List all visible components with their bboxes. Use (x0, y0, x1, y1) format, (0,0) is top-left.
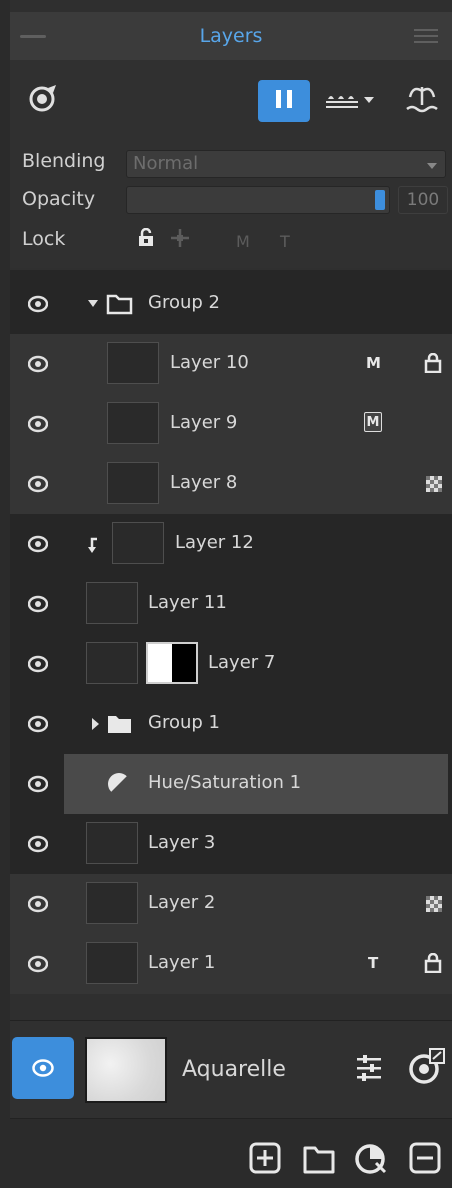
layer-thumbnail (86, 882, 138, 924)
opacity-slider-handle[interactable] (375, 190, 385, 210)
layers-panel: Layers Blending Normal Opacity 100 Lock … (10, 0, 452, 1188)
water-level-dropdown-icon[interactable] (324, 82, 380, 116)
add-adjustment-icon[interactable] (354, 1141, 388, 1175)
opacity-field[interactable]: 100 (398, 186, 448, 214)
disclosure-collapsed-icon[interactable] (92, 718, 100, 730)
panel-titlebar: Layers (10, 12, 452, 61)
delete-layer-icon[interactable] (408, 1141, 442, 1175)
lock-label: Lock (22, 228, 66, 250)
mask-badge-active: M (364, 412, 382, 432)
blending-value: Normal (133, 153, 199, 174)
fountain-icon[interactable] (402, 80, 442, 118)
adjustment-layer-icon (108, 773, 131, 796)
eye-icon[interactable] (28, 415, 48, 433)
lock-transparency-icon[interactable] (136, 227, 156, 252)
layer-name: Layer 10 (170, 352, 249, 373)
layer-row-layer-2[interactable]: Layer 2 (10, 874, 452, 934)
eye-icon[interactable] (28, 715, 48, 733)
layer-thumbnail (86, 942, 138, 984)
mask-badge: M (366, 354, 381, 372)
layers-toolbar (10, 60, 452, 138)
layer-row-layer-12[interactable]: Layer 12 (10, 514, 452, 574)
eye-icon[interactable] (28, 295, 48, 313)
layer-row-hue-saturation-1[interactable]: Hue/Saturation 1 (10, 754, 452, 814)
brush-visibility-button[interactable] (12, 1037, 74, 1099)
brush-name: Aquarelle (182, 1057, 286, 1082)
disclosure-expanded-icon[interactable] (88, 300, 98, 308)
layer-row-layer-1[interactable]: Layer 1 T (10, 934, 452, 994)
eye-icon[interactable] (28, 595, 48, 613)
layer-name: Layer 3 (148, 832, 216, 853)
paint-layer-settings-icon[interactable] (406, 1047, 446, 1087)
brush-texture-preview[interactable] (85, 1037, 167, 1103)
opacity-label: Opacity (22, 188, 96, 210)
layers-list: Group 2 Layer 10 M Layer 9 M Layer 8 Lay… (10, 270, 452, 994)
add-group-icon[interactable] (302, 1141, 336, 1175)
blending-select[interactable]: Normal (126, 150, 446, 178)
layer-row-group-2[interactable]: Group 2 (10, 274, 452, 334)
eye-icon[interactable] (28, 475, 48, 493)
layer-thumbnail (107, 342, 159, 384)
clipping-arrow-icon (88, 537, 97, 553)
brush-bar: Aquarelle (10, 1020, 452, 1119)
panel-title: Layers (199, 25, 263, 47)
layer-name: Group 2 (148, 292, 220, 313)
eye-icon[interactable] (28, 955, 48, 973)
layer-row-layer-11[interactable]: Layer 11 (10, 574, 452, 634)
blending-label: Blending (22, 150, 106, 172)
lock-icon[interactable] (424, 953, 442, 973)
lock-mask-option[interactable]: M (236, 232, 250, 251)
layer-name: Layer 8 (170, 472, 238, 493)
layer-thumbnail (86, 642, 138, 684)
eye-icon[interactable] (28, 775, 48, 793)
layer-name: Layer 11 (148, 592, 227, 613)
pause-icon (273, 90, 295, 112)
layer-thumbnail (86, 822, 138, 864)
layer-mask-thumbnail[interactable] (146, 642, 198, 684)
layer-visibility-mode-icon[interactable] (24, 82, 60, 116)
layer-properties: Blending Normal Opacity 100 Lock M T (10, 138, 452, 268)
lock-icon[interactable] (424, 353, 442, 373)
layer-row-layer-3[interactable]: Layer 3 (10, 814, 452, 874)
layer-name: Layer 2 (148, 892, 216, 913)
hamburger-menu-icon[interactable] (414, 29, 438, 44)
alpha-lock-icon[interactable] (426, 476, 442, 492)
lock-text-option[interactable]: T (280, 232, 290, 251)
layer-name: Layer 9 (170, 412, 238, 433)
layer-row-layer-7[interactable]: Layer 7 (10, 634, 452, 694)
text-layer-badge: T (368, 954, 379, 972)
eye-icon[interactable] (28, 895, 48, 913)
layer-thumbnail (112, 522, 164, 564)
layer-row-layer-9[interactable]: Layer 9 M (10, 394, 452, 454)
alpha-lock-icon[interactable] (426, 896, 442, 912)
add-layer-icon[interactable] (248, 1141, 282, 1175)
eye-icon[interactable] (28, 835, 48, 853)
layers-footer (10, 1118, 452, 1188)
folder-open-icon (106, 294, 133, 315)
pause-button[interactable] (258, 80, 310, 122)
layer-thumbnail (107, 462, 159, 504)
layer-name: Layer 12 (175, 532, 254, 553)
eye-icon[interactable] (28, 655, 48, 673)
layer-name: Group 1 (148, 712, 220, 733)
eye-icon[interactable] (28, 355, 48, 373)
lock-position-icon[interactable] (170, 228, 190, 252)
layer-name: Hue/Saturation 1 (148, 772, 302, 793)
folder-icon (108, 716, 131, 733)
layer-thumbnail (86, 582, 138, 624)
layer-name: Layer 7 (208, 652, 276, 673)
chevron-down-icon (427, 163, 437, 169)
layer-row-layer-10[interactable]: Layer 10 M (10, 334, 452, 394)
layer-row-group-1[interactable]: Group 1 (10, 694, 452, 754)
opacity-slider[interactable] (126, 186, 390, 214)
layer-name: Layer 1 (148, 952, 216, 973)
eye-icon (32, 1059, 54, 1077)
sliders-icon[interactable] (354, 1053, 384, 1083)
layer-row-layer-8[interactable]: Layer 8 (10, 454, 452, 514)
eye-icon[interactable] (28, 535, 48, 553)
layer-thumbnail (107, 402, 159, 444)
